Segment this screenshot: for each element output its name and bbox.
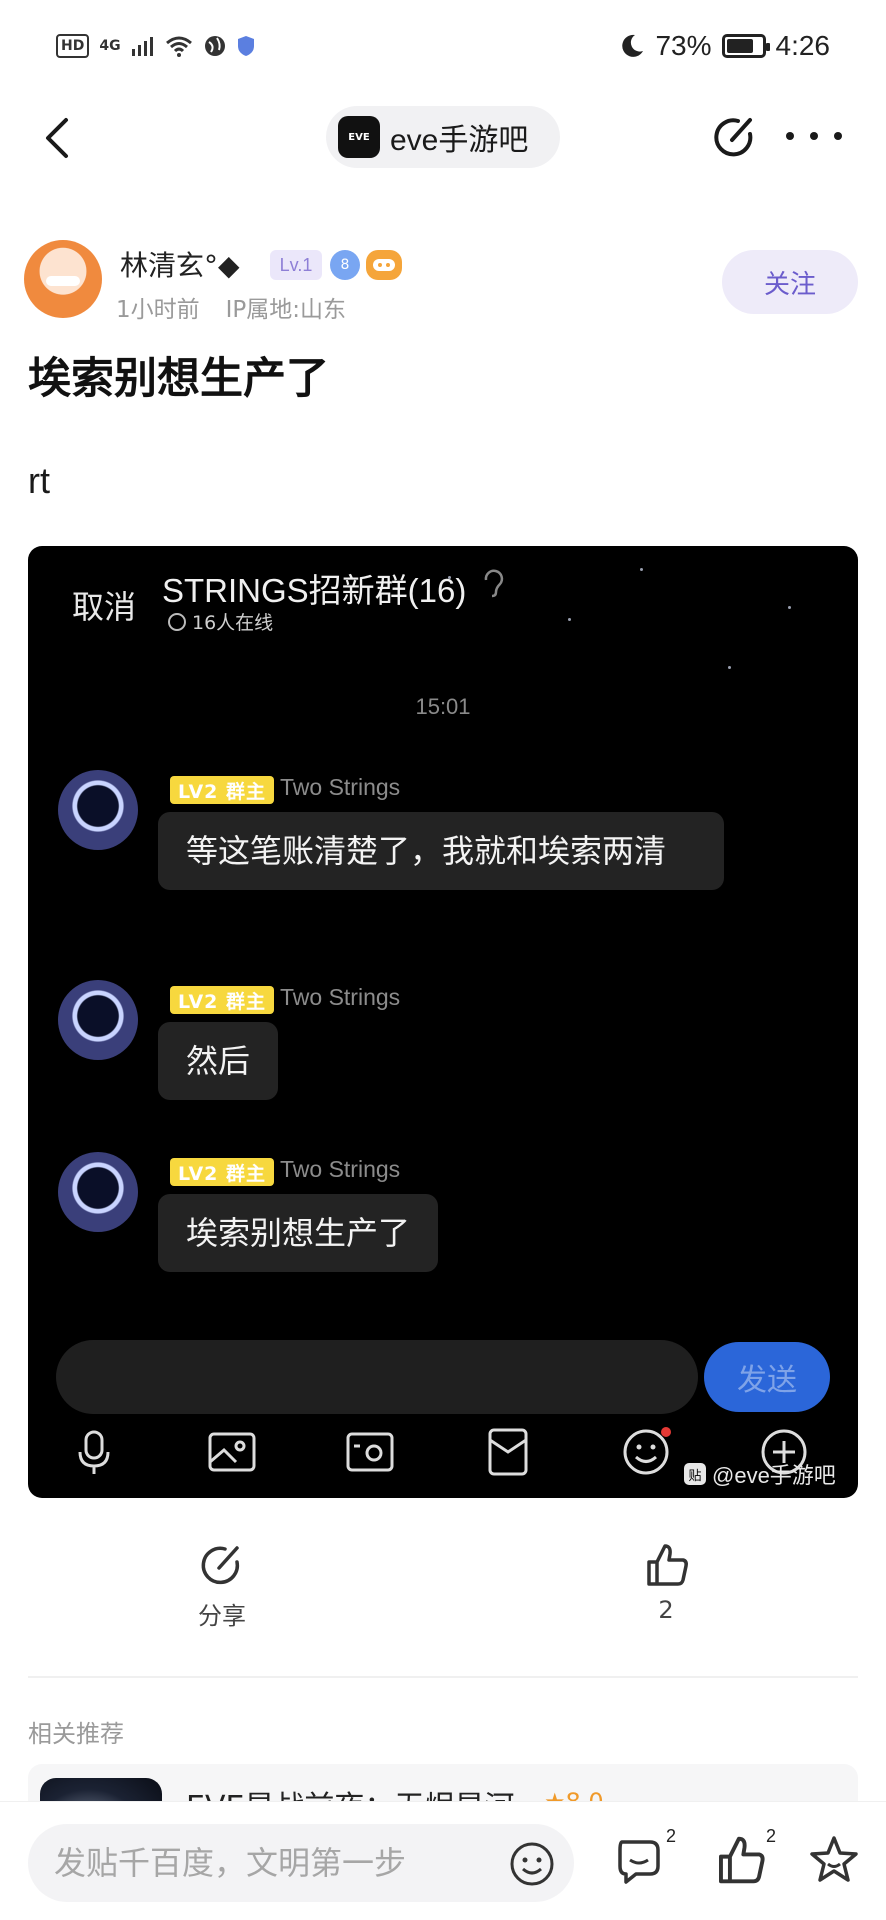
forum-logo: EVE — [338, 116, 380, 158]
image-icon — [208, 1432, 256, 1472]
thumbs-up-icon — [719, 1836, 765, 1884]
back-arrow-icon[interactable] — [36, 114, 80, 162]
gamepad-badge-icon — [366, 250, 402, 280]
clock: 4:26 — [775, 30, 831, 61]
comment-icon — [618, 1840, 660, 1884]
shield-icon — [237, 36, 254, 56]
diamond-badge: 8 — [330, 250, 360, 280]
status-right: 73% 4:26 — [619, 30, 830, 62]
share-label: 分享 — [198, 1602, 246, 1630]
moon-icon — [622, 34, 644, 57]
favorite-button[interactable] — [806, 1832, 862, 1888]
emoji-icon — [623, 1427, 671, 1475]
like-bottom-button[interactable]: 2 — [712, 1826, 776, 1888]
hd-indicator: HD — [56, 34, 90, 58]
post-image-chat-screenshot[interactable]: 取消 STRINGS招新群(16) 16人在线 15:01 LV2 群主 Two… — [28, 546, 858, 1498]
comment-count: 2 — [665, 1826, 676, 1846]
share-button[interactable]: 分享 — [152, 1540, 292, 1631]
online-count: 16人在线 — [192, 612, 274, 634]
microphone-icon — [78, 1430, 110, 1474]
network-type: 4G — [99, 38, 121, 54]
sender-name: Two Strings — [280, 984, 401, 1010]
follow-button[interactable]: 关注 — [722, 250, 858, 314]
post-body: rt — [28, 460, 50, 501]
message-bubble: 等这笔账清楚了，我就和埃索两清 — [158, 812, 724, 890]
author-name[interactable]: 林清玄°◆ — [120, 244, 240, 284]
comment-button[interactable]: 2 — [612, 1826, 676, 1888]
comment-input[interactable] — [54, 1824, 494, 1902]
chat-cancel-label: 取消 — [72, 588, 137, 626]
author-meta: 1小时前 IP属地:山东 — [116, 290, 346, 324]
camera-icon — [346, 1432, 394, 1472]
author-avatar[interactable] — [24, 240, 102, 318]
section-divider — [28, 1676, 858, 1678]
thumbs-up-icon — [647, 1544, 688, 1586]
battery-icon — [721, 34, 770, 58]
ip-location: IP属地:山东 — [225, 297, 347, 323]
owner-tag: LV2 群主 — [170, 1158, 274, 1186]
vpn-globe-icon — [204, 36, 225, 56]
like-button[interactable]: 2 — [596, 1540, 736, 1624]
owner-tag: LV2 群主 — [170, 986, 274, 1014]
more-options-icon[interactable] — [786, 114, 842, 158]
owner-tag: LV2 群主 — [170, 776, 274, 804]
status-bar: HD 4G 73% 4:26 — [0, 0, 886, 100]
wifi-icon — [165, 36, 192, 57]
post-time: 1小时前 — [116, 297, 200, 323]
sender-name: Two Strings — [280, 1156, 401, 1182]
bottom-bar: 2 2 — [0, 1802, 886, 1920]
sender-name: Two Strings — [280, 774, 401, 800]
like-count-badge: 2 — [765, 1826, 776, 1846]
forum-name: eve手游吧 — [390, 124, 529, 157]
post-title: 埃索别想生产了 — [28, 354, 329, 404]
online-check-icon — [168, 612, 186, 631]
signal-icon — [131, 37, 153, 56]
sender-avatar — [58, 770, 138, 850]
chat-timestamp: 15:01 — [415, 694, 471, 719]
watermark: 贴 @eve手游吧 — [684, 1458, 836, 1490]
top-nav: EVE eve手游吧 — [0, 100, 886, 176]
sender-avatar — [58, 1152, 138, 1232]
level-badge: Lv.1 — [270, 250, 322, 280]
forum-pill[interactable]: EVE eve手游吧 — [326, 106, 560, 168]
chat-input-field — [56, 1340, 698, 1414]
emoji-icon[interactable] — [508, 1840, 556, 1888]
chat-online-status: 16人在线 — [168, 608, 273, 635]
tieba-logo: 贴 — [684, 1463, 706, 1485]
chat-send-button: 发送 — [704, 1342, 830, 1412]
related-section-title: 相关推荐 — [28, 1720, 124, 1748]
chat-group-title: STRINGS招新群(16) — [162, 572, 467, 609]
red-packet-icon — [488, 1428, 528, 1476]
comment-box[interactable] — [28, 1824, 574, 1902]
edit-post-icon[interactable] — [710, 112, 760, 162]
share-icon — [201, 1546, 240, 1585]
message-bubble: 然后 — [158, 1022, 279, 1100]
ear-icon — [484, 569, 504, 598]
message-bubble: 埃索别想生产了 — [158, 1194, 439, 1272]
star-icon — [810, 1836, 858, 1882]
battery-percent: 73% — [655, 30, 712, 61]
status-left: HD 4G — [56, 34, 255, 58]
watermark-text: @eve手游吧 — [712, 1463, 836, 1488]
like-count: 2 — [658, 1596, 674, 1624]
sender-avatar — [58, 980, 138, 1060]
